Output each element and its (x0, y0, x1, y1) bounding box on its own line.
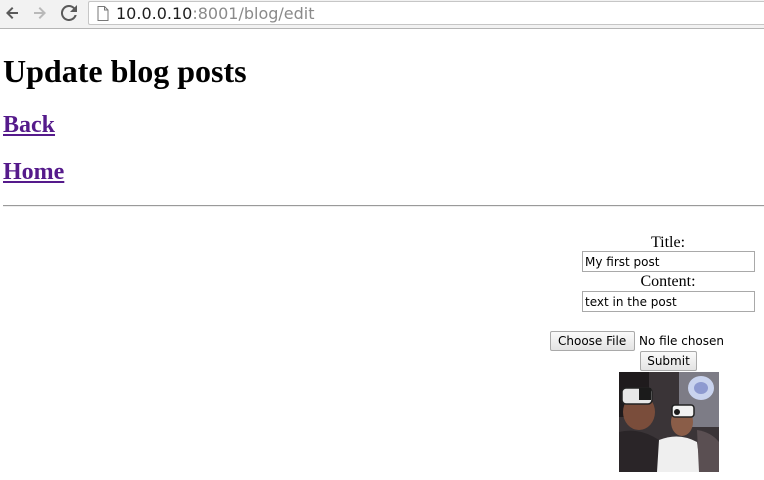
browser-toolbar: 10.0.0.10:8001/blog/edit (0, 0, 764, 29)
url-host: 10.0.0.10 (116, 4, 193, 23)
choose-file-button[interactable]: Choose File (550, 331, 635, 351)
reload-icon (61, 5, 77, 21)
content-input[interactable] (582, 291, 755, 312)
horizontal-divider (3, 205, 764, 207)
submit-button[interactable]: Submit (640, 351, 697, 371)
page-icon (97, 6, 109, 21)
back-button[interactable] (2, 3, 22, 23)
url-path: :8001/blog/edit (192, 4, 315, 23)
blog-post-image (619, 372, 719, 472)
reload-button[interactable] (59, 3, 79, 23)
url-text: 10.0.0.10:8001/blog/edit (116, 3, 315, 24)
back-link[interactable]: Back (3, 111, 55, 139)
arrow-left-icon (6, 7, 18, 19)
address-bar[interactable]: 10.0.0.10:8001/blog/edit (88, 1, 764, 25)
home-link[interactable]: Home (3, 158, 64, 186)
title-label: Title: (650, 234, 686, 251)
file-status: No file chosen (639, 334, 725, 348)
title-input[interactable] (582, 251, 755, 272)
content-label: Content: (640, 273, 696, 290)
page-content: Update blog posts Back Home Title: Conte… (0, 29, 764, 480)
page-title: Update blog posts (3, 53, 247, 89)
arrow-right-icon (34, 7, 46, 19)
forward-button[interactable] (30, 3, 50, 23)
